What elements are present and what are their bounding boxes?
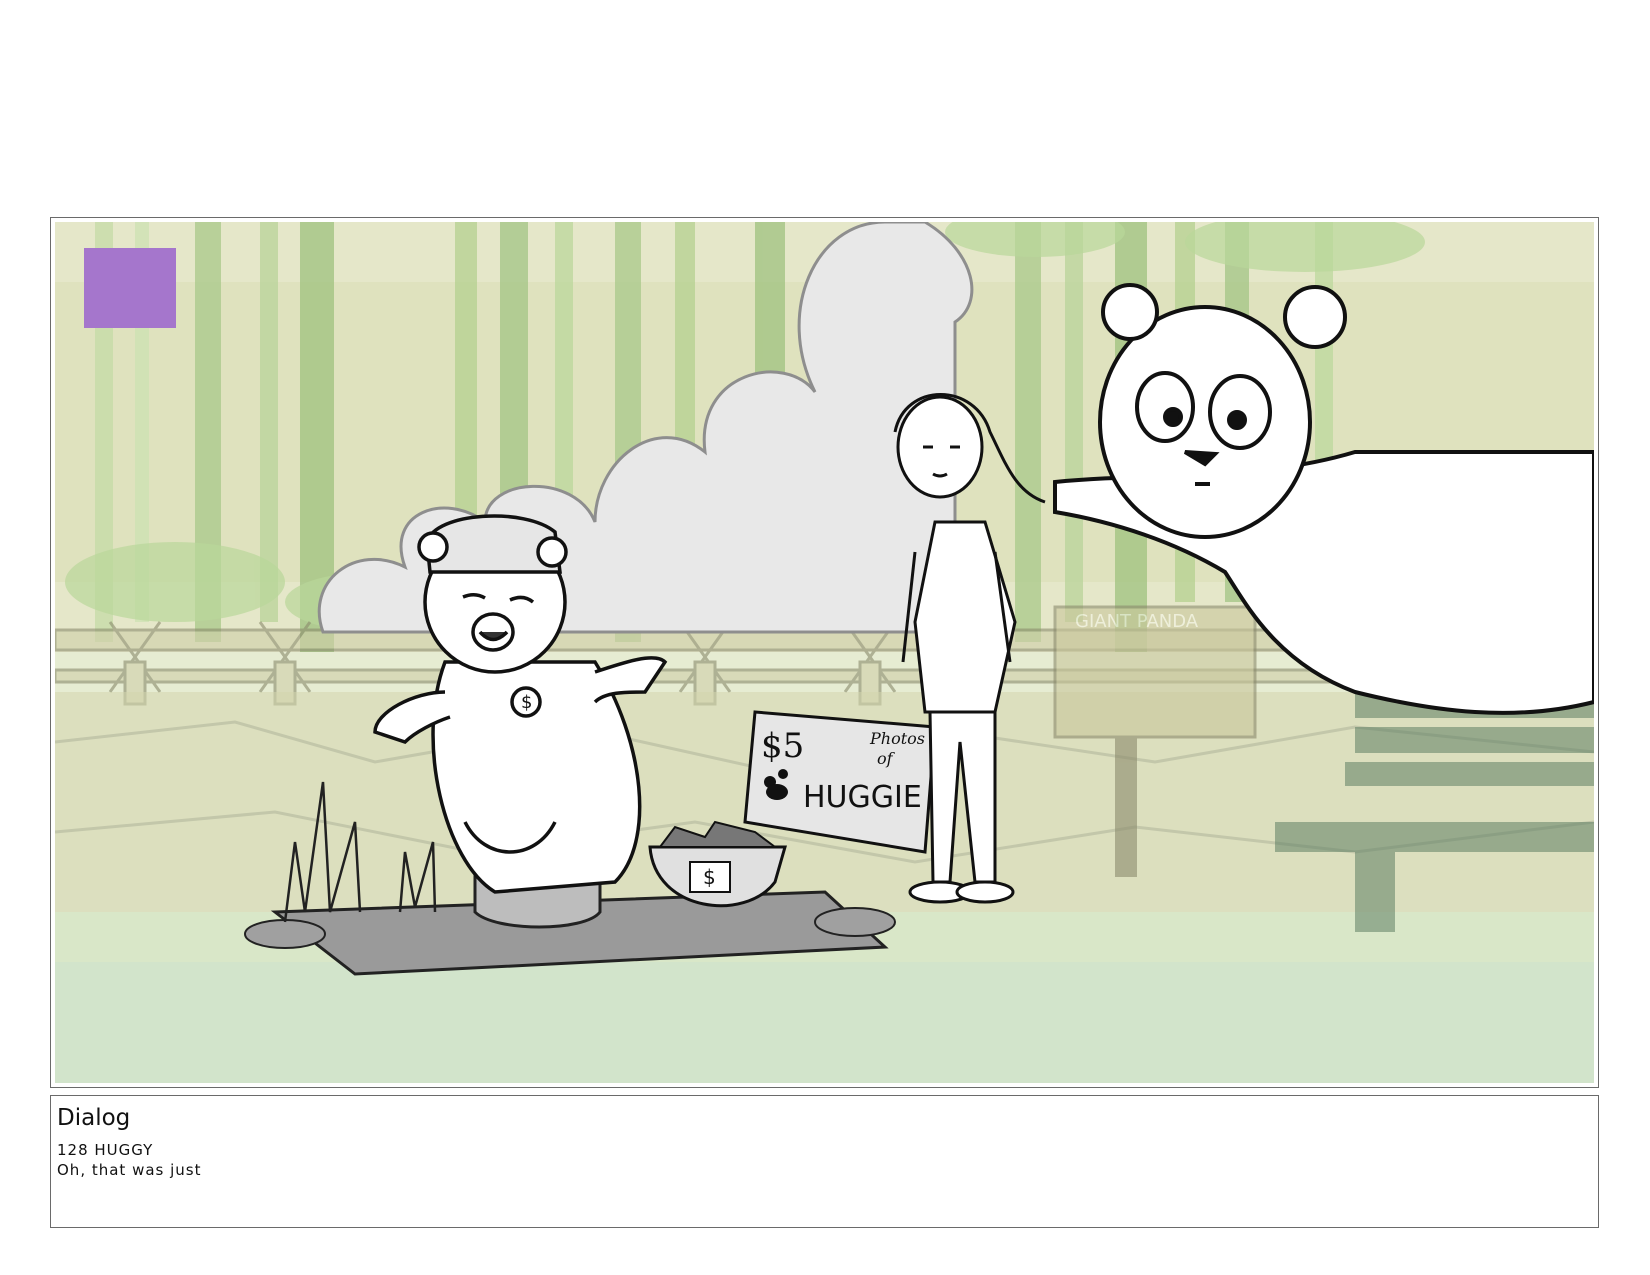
panel-drawing: GIANT PANDA $ $ $5 Photos of HUGGIE [55, 222, 1594, 1083]
medal-symbol: $ [521, 692, 532, 713]
dialog-title: Dialog [57, 1105, 131, 1131]
dialog-speaker-line: 128 HUGGY [57, 1141, 154, 1159]
storyboard-panel: GIANT PANDA $ $ $5 Photos of HUGGIE [50, 217, 1599, 1088]
sign-name: HUGGIE [803, 780, 922, 815]
sign-price: $5 [761, 726, 804, 766]
scene-marker [84, 248, 176, 328]
sign-photos-line1: Photos [869, 729, 925, 748]
dialog-text: Oh, that was just [57, 1161, 202, 1179]
exhibit-sign-text: GIANT PANDA [1075, 611, 1199, 632]
bucket-symbol: $ [703, 865, 716, 889]
dialog-box: Dialog 128 HUGGY Oh, that was just [50, 1095, 1599, 1228]
